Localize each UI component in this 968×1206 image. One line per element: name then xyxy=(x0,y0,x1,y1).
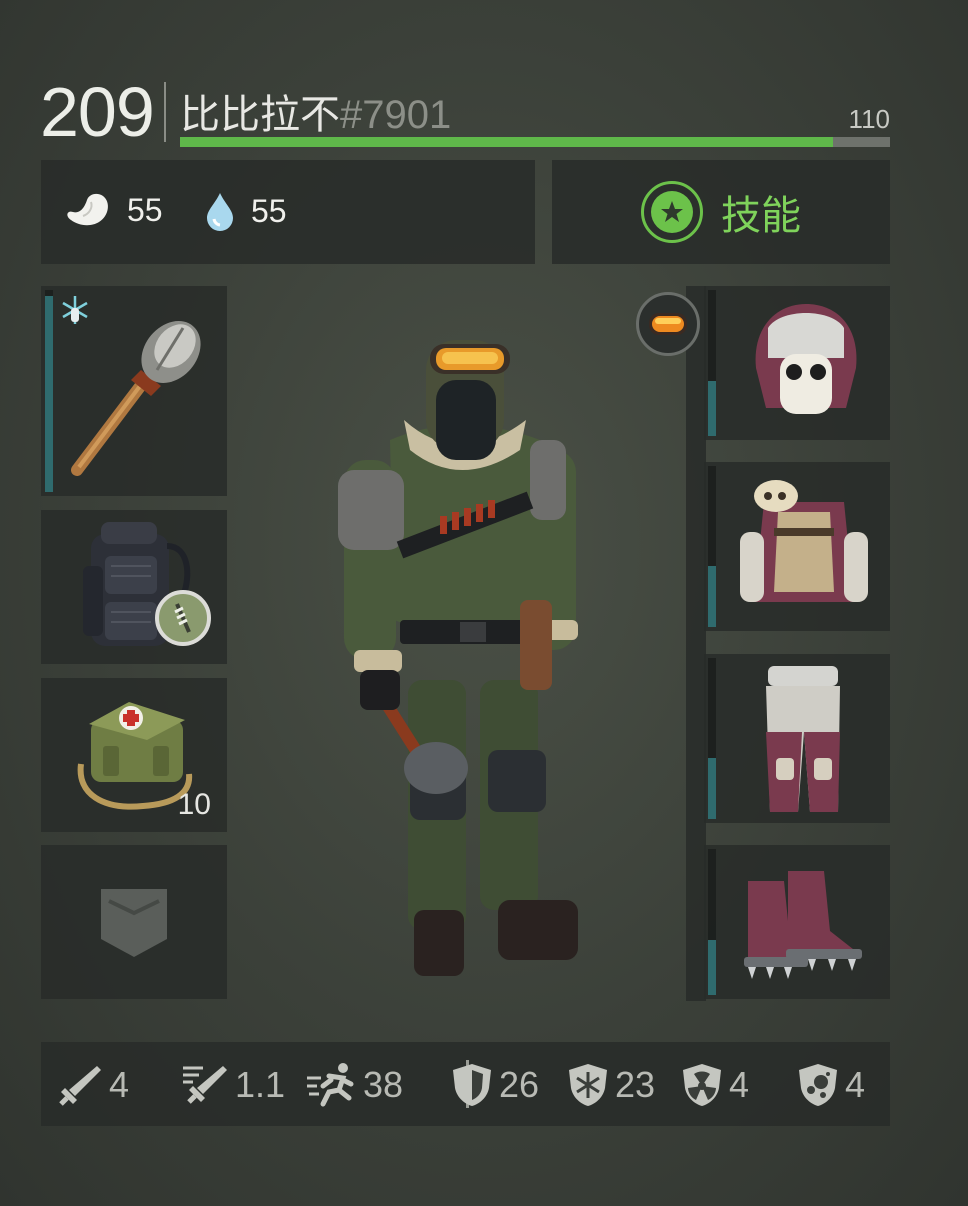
toxic-resist-stat: 4 xyxy=(797,1062,865,1108)
toxic-resist-icon xyxy=(799,1064,837,1106)
hunger-stat: 55 xyxy=(63,190,163,230)
armor-stat: 26 xyxy=(451,1062,539,1108)
backpack-slot[interactable] xyxy=(41,510,227,664)
cold-resist-stat: 23 xyxy=(567,1062,655,1108)
xp-value: 110 xyxy=(848,104,890,134)
cold-resist-value: 23 xyxy=(615,1064,656,1105)
xp-progress-fill xyxy=(180,137,834,147)
player-tag: #7901 xyxy=(340,93,452,137)
run-speed-value: 38 xyxy=(363,1064,404,1105)
stomach-icon xyxy=(67,193,108,226)
player-character xyxy=(338,340,578,976)
item-count: 10 xyxy=(177,788,211,821)
character-stats-bar: 4 1.1 38 26 23 4 4 xyxy=(41,1042,890,1126)
player-name-label: 比比拉不#7901 xyxy=(180,82,451,140)
empty-pocket-icon xyxy=(101,889,167,957)
chest-durability-bar xyxy=(708,566,716,627)
attack-speed-value: 1.1 xyxy=(235,1064,286,1105)
chest-slot[interactable] xyxy=(704,462,890,631)
feet-durability-bar xyxy=(708,940,716,995)
goggles-accessory-slot[interactable] xyxy=(636,292,700,356)
xp-progress-bar xyxy=(180,137,890,147)
needs-panel: 55 55 xyxy=(41,160,535,264)
attack-speed-icon xyxy=(183,1066,227,1104)
equipment-column-divider xyxy=(686,286,706,1001)
head-slot[interactable] xyxy=(704,286,890,440)
shield-icon xyxy=(453,1064,491,1106)
sword-icon xyxy=(59,1066,101,1106)
player-level: 209 xyxy=(40,73,155,151)
hunger-value: 55 xyxy=(127,191,163,228)
weapon-durability-bar xyxy=(45,296,53,492)
thirst-value: 55 xyxy=(251,192,287,229)
tactical-backpack-item xyxy=(83,522,211,646)
goggles-icon xyxy=(649,313,687,335)
attack-speed-stat: 1.1 xyxy=(181,1062,285,1108)
water-drop-icon xyxy=(207,193,233,231)
damage-stat: 4 xyxy=(57,1062,129,1108)
feet-slot[interactable] xyxy=(704,845,890,999)
radiation-resist-stat: 4 xyxy=(681,1062,749,1108)
header-divider xyxy=(164,82,166,142)
player-name: 比比拉不 xyxy=(180,92,340,138)
toxic-resist-value: 4 xyxy=(845,1064,866,1105)
radiation-resist-value: 4 xyxy=(729,1064,750,1105)
spiked-club-item xyxy=(71,321,201,476)
damage-value: 4 xyxy=(109,1064,130,1105)
thirst-stat: 55 xyxy=(203,190,287,232)
fur-hat-item xyxy=(755,304,857,414)
spiked-boots-item xyxy=(744,871,862,979)
legs-durability-bar xyxy=(708,758,716,819)
run-speed-stat: 38 xyxy=(305,1062,403,1108)
skills-button[interactable]: 技能 xyxy=(552,160,890,264)
skills-label: 技能 xyxy=(721,193,801,239)
run-speed-icon xyxy=(307,1063,354,1107)
legs-slot[interactable] xyxy=(704,654,890,823)
star-icon xyxy=(641,181,703,243)
consumable-slot[interactable]: 10 xyxy=(41,678,227,832)
radiation-resist-icon xyxy=(683,1064,721,1106)
bone-fur-armor-item xyxy=(740,480,868,602)
head-durability-bar xyxy=(708,381,716,436)
cold-resist-icon xyxy=(569,1064,607,1106)
fur-pants-item xyxy=(766,666,840,812)
armor-value: 26 xyxy=(499,1064,540,1105)
weapon-slot[interactable] xyxy=(41,286,227,496)
pocket-slot[interactable] xyxy=(41,845,227,999)
